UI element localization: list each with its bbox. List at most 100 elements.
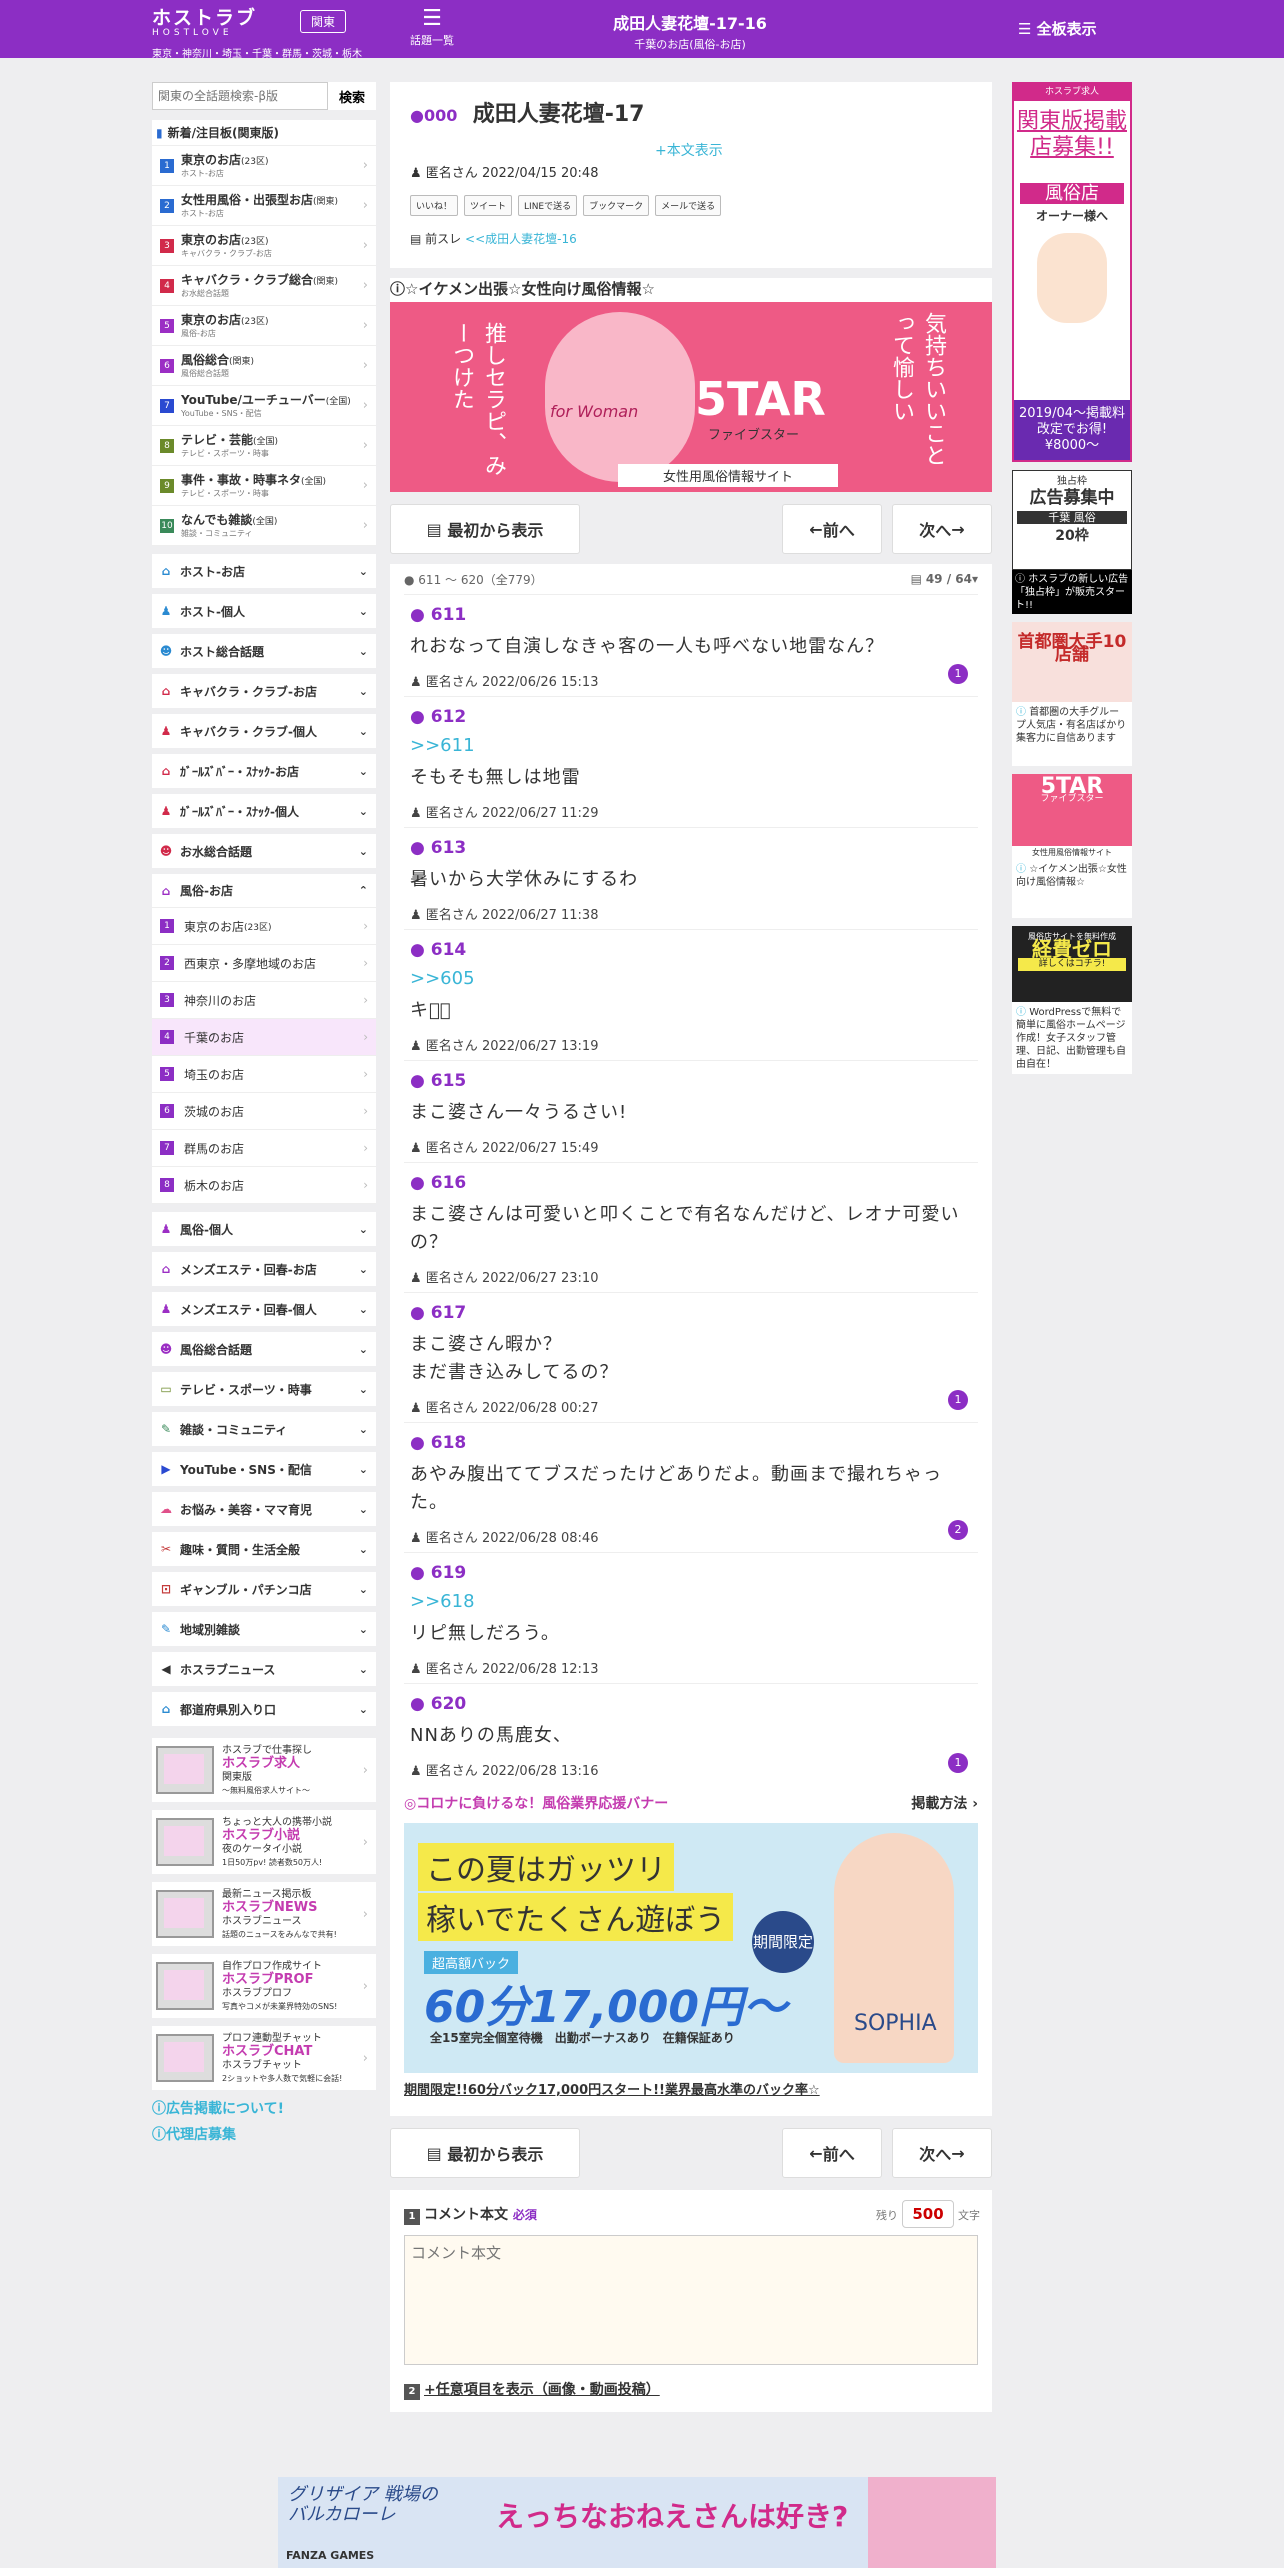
ranking-item[interactable]: 6 風俗総合(関東) 風俗総合話題 ›: [152, 346, 376, 386]
fuzoku-sub-item[interactable]: 4 千葉のお店 ›: [152, 1019, 376, 1056]
post-number[interactable]: 615: [431, 1071, 467, 1091]
comment-textarea[interactable]: [404, 2235, 978, 2365]
category-item[interactable]: ⌂ メンズエステ・回春-お店 ⌄: [152, 1252, 376, 1286]
share-button[interactable]: ブックマーク: [583, 195, 650, 216]
right-ad-keihi[interactable]: 風俗店サイトを無料作成 経費ゼロ 詳しくはコチラ! ⓘ WordPressで無料…: [1012, 926, 1132, 1074]
category-item[interactable]: ☻ ホスト総合話題 ⌄: [152, 634, 376, 668]
next-page-button[interactable]: 次へ →: [892, 504, 992, 554]
fuzoku-sub-item[interactable]: 1 東京のお店 (23区) ›: [152, 908, 376, 945]
first-page-button[interactable]: ▤ 最初から表示: [390, 2128, 580, 2178]
fuzoku-sub-item[interactable]: 2 西東京・多摩地域のお店 ›: [152, 945, 376, 982]
promo-caption[interactable]: 期間限定!!60分バック17,000円スタート!!業界最高水準のバック率☆: [404, 2079, 978, 2098]
show-body-link[interactable]: +本文表示: [655, 140, 723, 160]
bottom-ad-banner[interactable]: グリザイア 戦場のバルカローレ FANZA GAMES えっちなおねえさんは好き…: [278, 2477, 996, 2568]
post-item: ● 617 まこ婆さん暇か？ まだ書き込みしてるの？ ♟ 匿名さん 2022/06/…: [404, 1292, 978, 1422]
share-button[interactable]: ツイート: [464, 195, 513, 216]
footer-link[interactable]: ⓘ代理店募集: [152, 2124, 376, 2144]
right-ad-recruit[interactable]: ホスラブ求人 関東版掲載店募集!! 風俗店 オーナー様へ 2019/04〜掲載料…: [1012, 82, 1132, 462]
category-item[interactable]: ✎ 地域別雑談 ⌄: [152, 1612, 376, 1646]
page-indicator[interactable]: ▤ 49 / 64▾: [911, 572, 978, 586]
post-number[interactable]: 617: [431, 1303, 467, 1323]
post-number[interactable]: 611: [431, 605, 467, 625]
category-item[interactable]: ♟ ホスト-個人 ⌄: [152, 594, 376, 628]
promo-method-link[interactable]: 掲載方法 ›: [911, 1793, 978, 1813]
share-button[interactable]: いいね！: [410, 195, 459, 216]
side-ad[interactable]: 自作プロフ作成サイト ホスラブPROF ホスラブプロフ 写真やコメが未業界特効のSNS…: [152, 1954, 376, 2018]
fuzoku-sub-item[interactable]: 6 茨城のお店 ›: [152, 1093, 376, 1130]
post-number[interactable]: 620: [431, 1694, 467, 1714]
category-fuzoku-shop[interactable]: ⌂ 風俗-お店 ⌃: [152, 874, 376, 908]
first-page-button[interactable]: ▤ 最初から表示: [390, 504, 580, 554]
category-item[interactable]: ♟ ｶﾞｰﾙｽﾞﾊﾞｰ・ｽﾅｯｸ-個人 ⌄: [152, 794, 376, 828]
post-reply-link[interactable]: >>618: [410, 1591, 972, 1612]
topics-list-button[interactable]: ☰ 話題一覧: [410, 6, 454, 48]
post-number[interactable]: 612: [431, 707, 467, 727]
category-item[interactable]: ⌂ 都道府県別入り口 ⌄: [152, 1692, 376, 1726]
right-ad-major[interactable]: 首都圏大手10店舗 ⓘ 首都圏の大手グループ人気店・有名店ばかり 集客力に自信あ…: [1012, 622, 1132, 766]
post-reply-link[interactable]: >>611: [410, 735, 972, 756]
post-number[interactable]: 618: [431, 1433, 467, 1453]
category-item[interactable]: ☻ お水総合話題 ⌄: [152, 834, 376, 868]
all-boards-button[interactable]: ☰ 全板表示: [1018, 18, 1097, 39]
region-button[interactable]: 関東: [300, 10, 347, 33]
fuzoku-sub-item[interactable]: 8 栃木のお店 ›: [152, 1167, 376, 1204]
post-number[interactable]: 614: [431, 940, 467, 960]
ranking-item[interactable]: 4 キャバクラ・クラブ総合(関東) お水総合話題 ›: [152, 266, 376, 306]
prev-page-button[interactable]: ← 前へ: [782, 504, 882, 554]
category-item[interactable]: ⌂ ホスト-お店 ⌄: [152, 554, 376, 588]
fuzoku-sub-item[interactable]: 5 埼玉のお店 ›: [152, 1056, 376, 1093]
post-reply-link[interactable]: >>605: [410, 968, 972, 989]
side-ad[interactable]: プロフ連動型チャット ホスラブCHAT ホスラブチャット 2ショットや多人数で気軽に会…: [152, 2026, 376, 2090]
ranking-item[interactable]: 1 東京のお店(23区) ホスト-お店 ›: [152, 146, 376, 186]
post-number[interactable]: 616: [431, 1173, 467, 1193]
post-meta: ♟ 匿名さん 2022/06/27 13:19: [410, 1035, 972, 1054]
category-item[interactable]: ♟ キャバクラ・クラブ-個人 ⌄: [152, 714, 376, 748]
prev-page-button[interactable]: ← 前へ: [782, 2128, 882, 2178]
category-item[interactable]: ⌂ キャバクラ・クラブ-お店 ⌄: [152, 674, 376, 708]
category-item[interactable]: ◀ ホスラブニュース ⌄: [152, 1652, 376, 1686]
search-button[interactable]: 検索: [328, 82, 376, 110]
next-page-button[interactable]: 次へ →: [892, 2128, 992, 2178]
ranking-item[interactable]: 10 なんでも雑談(全国) 雑談・コミュニティ ›: [152, 506, 376, 546]
share-button[interactable]: メールで送る: [655, 195, 722, 216]
banner-5tar[interactable]: 推しセラピ、みーつけた for Woman 5TAR ファイブスター 女性用風俗…: [390, 302, 992, 492]
search-input[interactable]: [152, 82, 328, 110]
category-item[interactable]: ♟ メンズエステ・回春-個人 ⌄: [152, 1292, 376, 1326]
category-item[interactable]: ✎ 雑談・コミュニティ ⌄: [152, 1412, 376, 1446]
ranking-item[interactable]: 2 女性用風俗・出張型お店(関東) ホスト-お店 ›: [152, 186, 376, 226]
ranking-item[interactable]: 7 YouTube/ユーチューバー(全国) YouTube・SNS・配信 ›: [152, 386, 376, 426]
reply-count-badge[interactable]: 1: [948, 1390, 968, 1410]
ranking-item[interactable]: 3 東京のお店(23区) キャバクラ・クラブ-お店 ›: [152, 226, 376, 266]
ranking-item[interactable]: 9 事件・事故・時事ネタ(全国) テレビ・スポーツ・時事 ›: [152, 466, 376, 506]
rank-text: 東京のお店(23区) 風俗-お店: [181, 313, 269, 339]
category-item[interactable]: ⌂ ｶﾞｰﾙｽﾞﾊﾞｰ・ｽﾅｯｸ-お店 ⌄: [152, 754, 376, 788]
side-ad[interactable]: ホスラブで仕事探し ホスラブ求人 関東版 〜無料風俗求人サイト〜 ›: [152, 1738, 376, 1802]
fuzoku-sub-item[interactable]: 7 群馬のお店 ›: [152, 1130, 376, 1167]
right-ad-5tar[interactable]: 5TAR ファイブスター 女性用風俗情報サイト ⓘ ☆イケメン出張☆女性向け風俗…: [1012, 774, 1132, 918]
post-number[interactable]: 613: [431, 838, 467, 858]
share-buttons: いいね！ ツイート LINEで送る ブックマーク メールで送る: [410, 195, 972, 216]
fuzoku-sub-item[interactable]: 3 神奈川のお店 ›: [152, 982, 376, 1019]
banner-heading[interactable]: ☆イケメン出張☆女性向け風俗情報☆: [405, 280, 655, 298]
category-item[interactable]: ☁ お悩み・美容・ママ育児 ⌄: [152, 1492, 376, 1526]
footer-link[interactable]: ⓘ広告掲載について!: [152, 2098, 376, 2118]
side-ad[interactable]: ちょっと大人の携帯小説 ホスラブ小説 夜のケータイ小説 1日50万pv! 読者数50万…: [152, 1810, 376, 1874]
promo-banner[interactable]: この夏はガッツリ 稼いでたくさん遊ぼう 超高額バック 60分17,000円〜 期…: [404, 1823, 978, 2073]
category-item[interactable]: ☻ 風俗総合話題 ⌄: [152, 1332, 376, 1366]
ranking-item[interactable]: 8 テレビ・芸能(全国) テレビ・スポーツ・時事 ›: [152, 426, 376, 466]
reply-count-badge[interactable]: 1: [948, 664, 968, 684]
category-item[interactable]: ▶ YouTube・SNS・配信 ⌄: [152, 1452, 376, 1486]
category-item[interactable]: ⊡ ギャンブル・パチンコ店 ⌄: [152, 1572, 376, 1606]
optional-fields-toggle[interactable]: +任意項目を表示（画像・動画投稿）: [424, 2382, 660, 2398]
category-item[interactable]: ▭ テレビ・スポーツ・時事 ⌄: [152, 1372, 376, 1406]
reply-count-badge[interactable]: 2: [948, 1520, 968, 1540]
side-ad[interactable]: 最新ニュース掲示板 ホスラブNEWS ホスラブニュース 話題のニュースをみんなで共有!…: [152, 1882, 376, 1946]
previous-thread-link[interactable]: <<成田人妻花壇-16: [465, 232, 577, 246]
post-number[interactable]: 619: [431, 1563, 467, 1583]
share-button[interactable]: LINEで送る: [518, 195, 578, 216]
category-item[interactable]: ♟ 風俗-個人 ⌄: [152, 1212, 376, 1246]
reply-count-badge[interactable]: 1: [948, 1753, 968, 1773]
ranking-item[interactable]: 5 東京のお店(23区) 風俗-お店 ›: [152, 306, 376, 346]
right-ad-exclusive[interactable]: 独占枠 広告募集中 千葉 風俗 20枠 ⓘ ホスラブの新しい広告「独占枠」が販売…: [1012, 470, 1132, 614]
category-item[interactable]: ✂ 趣味・質問・生活全般 ⌄: [152, 1532, 376, 1566]
